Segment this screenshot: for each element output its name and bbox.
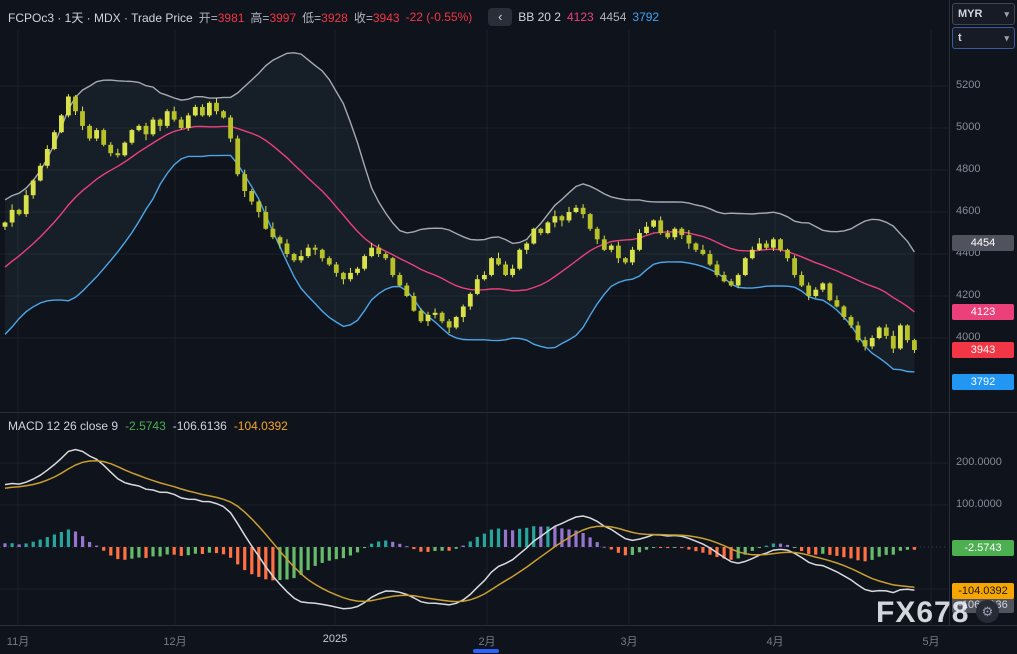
ohlc-close: 收=3943 (354, 9, 400, 26)
macd-tick-label: 200.0000 (956, 456, 1002, 468)
time-axis-label: 2025 (315, 633, 355, 645)
macd-signal-value: -104.0392 (234, 419, 288, 433)
time-axis-label: 11月 (0, 633, 38, 649)
chevron-down-icon: ▾ (1004, 33, 1009, 44)
price-axis-tag: 3943 (952, 342, 1014, 358)
bb-lower-value: 3792 (632, 10, 659, 24)
currency-label: MYR (958, 8, 982, 20)
price-tick-label: 5000 (956, 121, 980, 133)
ohlc-low: 低=3928 (302, 9, 348, 26)
symbol-title[interactable]: FCPOc3 · 1天 · MDX · Trade Price (8, 9, 193, 26)
time-axis-label: 3月 (609, 633, 649, 649)
time-axis-label: 5月 (911, 633, 951, 649)
scrollbar-thumb[interactable] (473, 649, 499, 653)
time-axis-label: 4月 (755, 633, 795, 649)
price-axis-column[interactable]: MYR ▾ t ▾ 520050004800460044004200400020… (949, 0, 1017, 654)
watermark: FX678 (876, 596, 969, 630)
macd-indicator-title[interactable]: MACD 12 26 close 9 (8, 419, 118, 433)
time-axis-label: 12月 (155, 633, 195, 649)
unit-select[interactable]: t ▾ (952, 27, 1015, 49)
macd-hist-value: -2.5743 (125, 419, 166, 433)
collapse-panel-button[interactable]: ‹ (488, 8, 512, 26)
macd-tick-label: 100.0000 (956, 498, 1002, 510)
unit-label: t (958, 32, 962, 44)
macd-axis-tag: -2.5743 (952, 540, 1014, 556)
ohlc-high: 高=3997 (250, 9, 296, 26)
macd-legend: MACD 12 26 close 9 -2.5743 -106.6136 -10… (8, 419, 288, 433)
bb-basis-value: 4123 (567, 10, 594, 24)
price-axis-tag: 4454 (952, 235, 1014, 251)
gear-icon: ⚙ (982, 604, 994, 620)
trading-chart-app: FCPOc3 · 1天 · MDX · Trade Price 开=3981 高… (0, 0, 1017, 654)
time-axis[interactable]: 11月 12月 2025 2月 3月 4月 5月 (0, 625, 1017, 654)
currency-select[interactable]: MYR ▾ (952, 3, 1015, 25)
pane-separator[interactable] (0, 412, 1017, 413)
chart-legend: FCPOc3 · 1天 · MDX · Trade Price 开=3981 高… (8, 8, 659, 26)
price-tick-label: 4600 (956, 205, 980, 217)
time-axis-label: 2月 (467, 633, 507, 649)
macd-indicator-pane[interactable] (0, 413, 948, 625)
price-axis-tag: 3792 (952, 374, 1014, 390)
settings-gear-button[interactable]: ⚙ (976, 600, 999, 623)
price-tick-label: 4200 (956, 289, 980, 301)
price-axis-tag: 4123 (952, 304, 1014, 320)
bb-indicator-title[interactable]: BB 20 2 (518, 10, 561, 24)
price-tick-label: 4800 (956, 163, 980, 175)
price-chart-pane[interactable] (0, 30, 948, 412)
chevron-left-icon: ‹ (498, 9, 502, 24)
chevron-down-icon: ▾ (1004, 9, 1009, 20)
ohlc-open: 开=3981 (199, 9, 245, 26)
price-tick-label: 5200 (956, 79, 980, 91)
macd-line-value: -106.6136 (173, 419, 227, 433)
bb-upper-value: 4454 (600, 10, 627, 24)
change-value: -22 (-0.55%) (406, 10, 473, 24)
